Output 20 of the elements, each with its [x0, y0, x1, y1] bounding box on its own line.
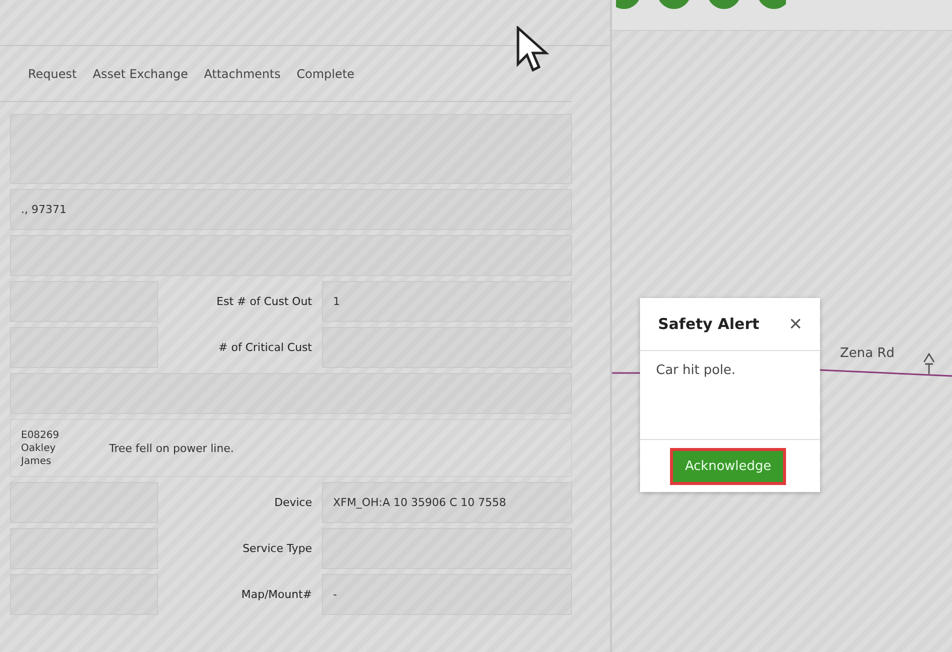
dialog-title: Safety Alert [658, 315, 760, 333]
road-label: Zena Rd [840, 346, 895, 361]
pole-icon [922, 352, 936, 376]
close-button[interactable]: × [789, 311, 802, 337]
input-field[interactable]: 1 [322, 281, 572, 322]
field-label: Est # of Cust Out [216, 295, 313, 308]
input-field[interactable]: XFM_OH:A 10 35906 C 10 7558 [322, 482, 572, 523]
input-field[interactable]: - [322, 574, 572, 615]
input-field[interactable]: ., 97371 [10, 189, 572, 230]
field-label: Service Type [242, 542, 313, 555]
field-label: Device [273, 496, 313, 509]
alert-message: Car hit pole. [656, 363, 736, 378]
note-author: E08269 Oakley James [21, 428, 60, 468]
tab[interactable]: Asset Exchange [92, 66, 188, 80]
tab[interactable]: Attachments [204, 66, 281, 80]
field-label: Map/Mount# [240, 588, 313, 601]
field-label: # of Critical Cust [218, 341, 313, 354]
tab[interactable]: Complete [296, 66, 354, 80]
note-text: Tree fell on power line. [109, 442, 234, 454]
tab[interactable]: Request [28, 66, 77, 80]
